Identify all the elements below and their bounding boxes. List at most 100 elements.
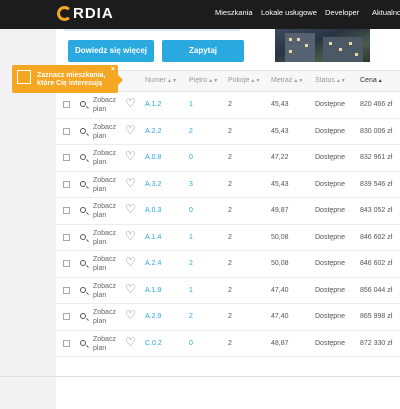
area-value: 45,43: [271, 101, 289, 108]
view-plan-link[interactable]: Zobacz plan: [93, 229, 116, 247]
favorite-heart-icon[interactable]: ♡: [125, 229, 136, 243]
favorite-heart-icon[interactable]: ♡: [125, 255, 136, 269]
status-value: Dostępne: [315, 127, 345, 135]
favorite-heart-icon[interactable]: ♡: [125, 202, 136, 216]
magnifier-icon[interactable]: [80, 233, 86, 240]
view-plan-link[interactable]: Zobacz plan: [93, 123, 116, 141]
checkbox-hint-icon: [17, 70, 31, 84]
column-header-price[interactable]: Cena▲: [360, 77, 383, 84]
select-checkbox[interactable]: [63, 339, 70, 347]
apartment-number[interactable]: A.2.2: [145, 128, 161, 135]
select-checkbox[interactable]: [63, 207, 70, 214]
sort-icon: ▲▼: [335, 78, 346, 84]
column-header-area[interactable]: Metraż▲▼: [271, 77, 303, 84]
table-row[interactable]: Zobacz plan ♡ A.1.2 1 2 45,43 Dostępne 820 466 z…: [56, 92, 400, 119]
table-row[interactable]: Zobacz plan ♡ A.1.9 1 2 47,40 Dostępne 856 044 z…: [56, 278, 400, 304]
ask-button[interactable]: Zapytaj: [162, 40, 244, 62]
favorite-heart-icon[interactable]: ♡: [125, 335, 136, 349]
select-checkbox[interactable]: [63, 127, 70, 135]
magnifier-icon[interactable]: [80, 154, 86, 160]
nav-item-commercial[interactable]: Lokale usługowe: [261, 8, 317, 17]
rooms-value: 2: [228, 180, 232, 188]
select-checkbox[interactable]: [63, 154, 70, 161]
column-header-rooms[interactable]: Pokoje▲▼: [228, 77, 260, 84]
sort-icon: ▲▼: [167, 78, 177, 84]
status-value: Dostępne: [315, 180, 345, 188]
column-header-floor[interactable]: Piętro▲▼: [189, 77, 218, 84]
apartment-number[interactable]: C.0.2: [145, 340, 162, 347]
learn-more-button[interactable]: Dowiedz się więcej: [68, 40, 154, 62]
magnifier-icon[interactable]: [80, 339, 86, 346]
favorite-heart-icon[interactable]: ♡: [125, 176, 136, 190]
view-plan-link[interactable]: Zobacz plan: [93, 96, 116, 114]
bottom-divider: [0, 376, 400, 377]
tooltip-close-icon[interactable]: ×: [111, 66, 115, 74]
view-plan-link[interactable]: Zobacz plan: [93, 176, 116, 194]
select-checkbox[interactable]: [63, 101, 70, 108]
select-checkbox[interactable]: [63, 313, 70, 320]
floor-value: 3: [189, 180, 193, 188]
floor-value: 2: [189, 313, 193, 320]
rooms-value: 2: [228, 127, 232, 135]
select-checkbox[interactable]: [63, 233, 70, 241]
favorite-heart-icon[interactable]: ♡: [125, 96, 136, 110]
price-value: 872 330 zł: [360, 339, 393, 347]
apartment-number[interactable]: A.2.4: [145, 260, 161, 267]
logo-text: RDIA: [73, 5, 114, 22]
magnifier-icon[interactable]: [80, 127, 86, 134]
sort-ascending-icon: ▲: [377, 78, 383, 84]
rooms-value: 2: [228, 286, 232, 294]
favorite-heart-icon[interactable]: ♡: [125, 123, 136, 137]
apartment-number[interactable]: A.2.9: [145, 313, 161, 320]
nav-item-news[interactable]: Aktualno: [372, 8, 400, 17]
apartment-number[interactable]: A.1.4: [145, 234, 161, 241]
view-plan-link[interactable]: Zobacz plan: [93, 308, 116, 326]
table-row[interactable]: Zobacz plan ♡ C.0.2 0 2 48,87 Dostępne 872 330 z…: [56, 331, 400, 357]
select-checkbox[interactable]: [63, 180, 70, 188]
table-row[interactable]: Zobacz plan ♡ A.0.3 0 2 49,87 Dostępne 843 052 z…: [56, 198, 400, 225]
price-value: 865 998 zł: [360, 313, 393, 320]
apartment-number[interactable]: A.3.2: [145, 181, 161, 188]
select-checkbox[interactable]: [63, 260, 70, 267]
view-plan-link[interactable]: Zobacz plan: [93, 335, 116, 353]
magnifier-icon[interactable]: [80, 207, 86, 213]
view-plan-link[interactable]: Zobacz plan: [93, 202, 116, 220]
table-row[interactable]: Zobacz plan ♡ A.2.9 2 2 47,40 Dostępne 865 998 z…: [56, 304, 400, 331]
table-row[interactable]: Zobacz plan ♡ A.2.4 2 2 50,08 Dostępne 846 602 z…: [56, 251, 400, 278]
column-header-number[interactable]: Numer▲▼: [145, 77, 177, 84]
view-plan-link[interactable]: Zobacz plan: [93, 255, 116, 273]
magnifier-icon[interactable]: [80, 180, 86, 187]
apartments-table: Numer▲▼ Piętro▲▼ Pokoje▲▼ Metraż▲▼ Statu…: [56, 70, 400, 357]
table-row[interactable]: Zobacz plan ♡ A.1.4 1 2 50,08 Dostępne 846 602 z…: [56, 225, 400, 251]
apartment-number[interactable]: A.0.8: [145, 154, 161, 161]
area-value: 47,40: [271, 313, 289, 320]
favorite-heart-icon[interactable]: ♡: [125, 282, 136, 296]
nav-item-apartments[interactable]: Mieszkania: [215, 8, 253, 17]
status-value: Dostępne: [315, 207, 345, 214]
magnifier-icon[interactable]: [80, 286, 86, 293]
view-plan-link[interactable]: Zobacz plan: [93, 282, 116, 300]
price-value: 856 044 zł: [360, 286, 393, 294]
price-value: 839 546 zł: [360, 180, 393, 188]
select-checkbox[interactable]: [63, 286, 70, 294]
price-value: 830 006 zł: [360, 127, 393, 135]
table-row[interactable]: Zobacz plan ♡ A.2.2 2 2 45,43 Dostępne 830 006 z…: [56, 119, 400, 145]
magnifier-icon[interactable]: [80, 101, 86, 107]
tooltip-text: Zaznacz mieszkania, które Cię interesują: [37, 72, 106, 87]
apartment-number[interactable]: A.1.2: [145, 101, 161, 108]
apartment-number[interactable]: A.1.9: [145, 287, 161, 294]
magnifier-icon[interactable]: [80, 260, 86, 266]
floor-value: 2: [189, 127, 193, 135]
column-header-status[interactable]: Status▲▼: [315, 77, 346, 84]
magnifier-icon[interactable]: [80, 313, 86, 319]
nav-item-developer[interactable]: Developer: [325, 8, 359, 17]
favorite-heart-icon[interactable]: ♡: [125, 308, 136, 322]
view-plan-link[interactable]: Zobacz plan: [93, 149, 116, 167]
apartment-number[interactable]: A.0.3: [145, 207, 161, 214]
favorite-heart-icon[interactable]: ♡: [125, 149, 136, 163]
area-value: 50,08: [271, 233, 289, 241]
table-row[interactable]: Zobacz plan ♡ A.3.2 3 2 45,43 Dostępne 839 546 z…: [56, 172, 400, 198]
area-value: 47,22: [271, 154, 289, 161]
cordia-logo[interactable]: RDIA: [57, 5, 114, 22]
table-row[interactable]: Zobacz plan ♡ A.0.8 0 2 47,22 Dostępne 832 961 z…: [56, 145, 400, 172]
